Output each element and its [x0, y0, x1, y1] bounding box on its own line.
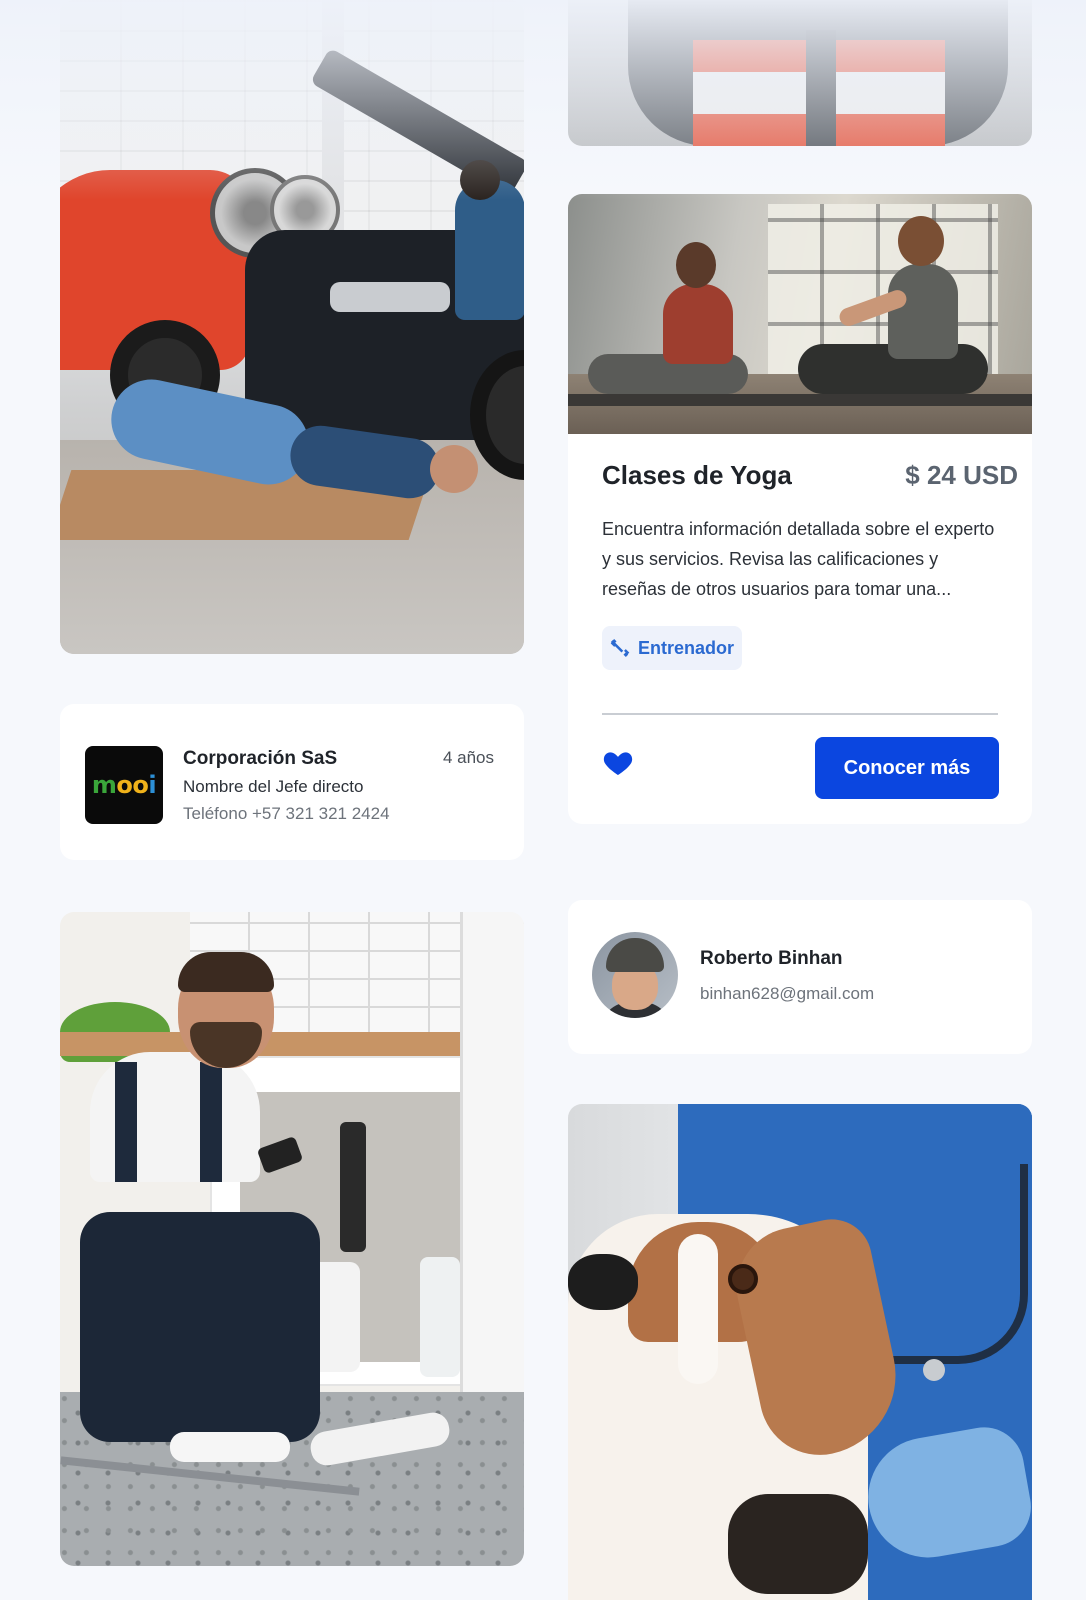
overall-strap: [200, 1062, 222, 1182]
dumbbell-icon: [610, 638, 630, 658]
mechanic-head: [430, 445, 478, 493]
cabinet-door: [460, 912, 524, 1432]
worker-photo[interactable]: [568, 0, 1032, 146]
dog-eye: [728, 1264, 758, 1294]
pvc-pipe: [170, 1432, 290, 1462]
yoga-mat: [568, 394, 1032, 406]
standing-mechanic-head: [460, 160, 500, 200]
countertop: [60, 1032, 524, 1056]
card-price: $ 24 USD: [905, 460, 1018, 490]
yoga-photo[interactable]: [568, 194, 1032, 434]
water-filter: [420, 1257, 460, 1377]
drain-pipe: [340, 1122, 366, 1252]
dog-collar: [728, 1494, 868, 1594]
plumber-photo[interactable]: [60, 912, 524, 1566]
car-headlight: [330, 282, 450, 312]
person-head: [676, 242, 716, 288]
plumber-legs: [80, 1212, 320, 1442]
dog-blaze: [678, 1234, 718, 1384]
card-description: Encuentra información detallada sobre el…: [602, 519, 995, 599]
company-boss: Nombre del Jefe directo: [183, 777, 364, 796]
company-card[interactable]: mooi Corporación SaS Nombre del Jefe dir…: [60, 704, 524, 860]
company-logo: mooi: [85, 746, 163, 824]
vet-photo[interactable]: [568, 1104, 1032, 1600]
avatar-hat: [606, 938, 664, 972]
mechanic-photo[interactable]: [60, 0, 524, 654]
stethoscope-chestpiece: [923, 1359, 945, 1381]
stethoscope: [888, 1164, 1028, 1364]
card-title: Clases de Yoga: [602, 460, 792, 490]
divider: [602, 713, 998, 715]
heart-icon[interactable]: [602, 747, 634, 779]
avatar: [592, 932, 678, 1018]
learn-more-button[interactable]: Conocer más: [815, 737, 999, 799]
company-name: Corporación SaS: [183, 748, 338, 769]
dog-nose: [568, 1254, 638, 1310]
person-head: [898, 216, 944, 266]
person-body: [663, 284, 733, 364]
company-years: 4 años: [442, 748, 494, 767]
service-card-yoga: Clases de Yoga $ 24 USD Encuentra inform…: [568, 194, 1032, 824]
profile-name: Roberto Binhan: [700, 948, 843, 969]
overall-strap: [115, 1062, 137, 1182]
category-tag-label: Entrenador: [638, 637, 735, 658]
profile-email: binhan628@gmail.com: [700, 984, 875, 1003]
standing-mechanic: [455, 180, 524, 320]
plumber-hair: [178, 952, 274, 992]
person-body: [888, 264, 958, 359]
vest-opening: [806, 30, 836, 146]
logo-wordmark: mooi: [91, 771, 157, 799]
profile-card[interactable]: Roberto Binhan binhan628@gmail.com: [568, 900, 1032, 1054]
category-tag[interactable]: Entrenador: [602, 626, 743, 670]
company-phone: Teléfono +57 321 321 2424: [183, 804, 390, 823]
